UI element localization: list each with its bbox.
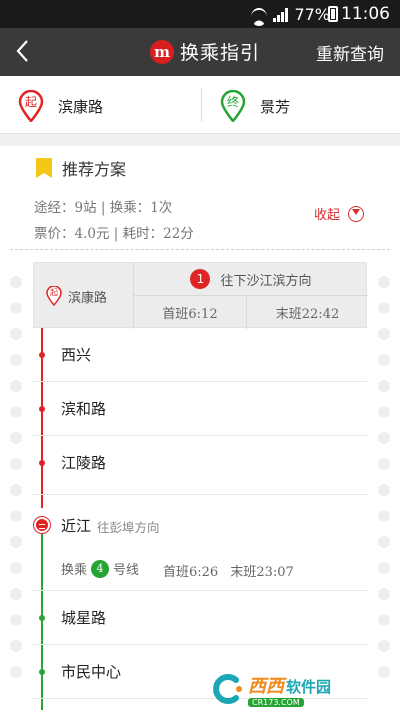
nav-title-group: m 换乘指引 <box>150 38 260 65</box>
plan-fare-duration: 票价：4.0元 | 耗时：22分 <box>34 226 194 242</box>
stop-dot <box>39 406 45 412</box>
battery-icon <box>328 6 338 22</box>
transfer-line-suffix: 号线 <box>113 563 140 578</box>
transfer-station: 近江 往彭埠方向 换乘 4 号线 首班6:26 末班23:07 <box>33 495 367 591</box>
route-start: 起 滨康路 <box>34 263 134 329</box>
stop-dot <box>39 352 45 358</box>
start-marker-icon: 起 <box>18 89 44 123</box>
line4-badge: 4 <box>91 559 110 578</box>
list-item: 江陵路 <box>33 436 367 495</box>
list-item: 西兴 <box>33 328 367 382</box>
watermark-sub: CR173.COM <box>248 697 304 707</box>
watermark-logo: 西西 软件园 CR173.COM <box>210 672 382 707</box>
stop-name: 滨和路 <box>61 400 107 418</box>
stop-dot <box>39 615 45 621</box>
wifi-icon <box>251 7 268 26</box>
stop-dot <box>39 669 45 675</box>
watermark-main-a: 西西 <box>248 675 284 697</box>
stop-name: 市民中心 <box>61 663 122 681</box>
stop-name: 西兴 <box>61 346 92 364</box>
route-start-marker: 起 <box>50 288 58 297</box>
start-station-name: 滨康路 <box>58 97 104 116</box>
transfer-label: 换乘 <box>61 563 88 578</box>
start-marker-icon: 起 <box>46 285 62 307</box>
page-title: 换乘指引 <box>180 42 261 64</box>
ticket-holes-left <box>10 276 22 692</box>
watermark-text: 西西 软件园 CR173.COM <box>248 672 331 707</box>
stop-name: 江陵路 <box>61 454 107 472</box>
end-station[interactable]: 终 景芳 <box>220 89 291 123</box>
line4-last-train: 末班23:07 <box>230 565 294 580</box>
station-selector: 起 滨康路 终 景芳 <box>0 76 400 134</box>
station-divider <box>201 88 202 122</box>
chevron-down-icon <box>348 205 364 222</box>
route-detail: 起 滨康路 1 往下沙江滨方向 首班6:12 末班22:42 西兴 滨和路 江陵… <box>33 262 368 710</box>
transfer-line: 换乘 4 号线 <box>61 559 139 578</box>
metro-logo-icon: m <box>150 39 174 64</box>
start-marker-label: 起 <box>24 95 37 109</box>
end-station-name: 景芳 <box>260 97 291 116</box>
route-start-name: 滨康路 <box>68 290 108 306</box>
stop-name: 城星路 <box>61 609 107 627</box>
watermark-c-icon <box>210 674 244 704</box>
line1-first-train: 首班6:12 <box>134 296 247 329</box>
plan-stops-transfers: 途经：9站 | 换乘：1次 <box>34 200 173 216</box>
clock: 11:06 <box>341 4 390 24</box>
end-marker-icon: 终 <box>220 89 246 123</box>
battery-percent: 77% <box>294 5 330 24</box>
transfer-station-name: 近江 <box>61 517 92 535</box>
collapse-button[interactable]: 收起 <box>314 204 364 223</box>
collapse-label: 收起 <box>313 208 340 223</box>
list-item: 城星路 <box>33 591 367 645</box>
star-bookmark-icon <box>36 158 52 178</box>
line1-direction-text: 往下沙江滨方向 <box>220 273 312 289</box>
watermark-main-b: 软件园 <box>286 677 332 696</box>
end-marker-label: 终 <box>226 95 239 109</box>
dashed-divider <box>10 249 390 250</box>
ticket-holes-right <box>378 276 390 692</box>
line1-direction: 1 往下沙江滨方向 <box>134 263 368 296</box>
requery-button[interactable]: 重新查询 <box>316 40 384 65</box>
plan-header: 推荐方案 <box>36 156 126 180</box>
transfer-direction: 往彭埠方向 <box>97 520 160 535</box>
section-gap <box>0 134 400 146</box>
status-bar: 77% 11:06 <box>0 0 400 28</box>
top-nav-bar: m 换乘指引 重新查询 <box>0 28 400 76</box>
stop-dot <box>39 460 45 466</box>
back-arrow-icon[interactable] <box>12 38 36 64</box>
list-item: 滨和路 <box>33 382 367 436</box>
transfer-times: 首班6:26 末班23:07 <box>163 561 294 580</box>
transfer-icon <box>34 517 50 533</box>
line1-badge: 1 <box>190 269 211 289</box>
plan-card: 推荐方案 途经：9站 | 换乘：1次 票价：4.0元 | 耗时：22分 收起 起… <box>0 146 400 710</box>
plan-title: 推荐方案 <box>62 160 127 179</box>
signal-icon <box>273 7 289 22</box>
line1-last-train: 末班22:42 <box>275 307 340 322</box>
line-header: 起 滨康路 1 往下沙江滨方向 首班6:12 末班22:42 <box>33 262 368 329</box>
line4-first-train: 首班6:26 <box>163 565 219 580</box>
start-station[interactable]: 起 滨康路 <box>18 89 104 123</box>
